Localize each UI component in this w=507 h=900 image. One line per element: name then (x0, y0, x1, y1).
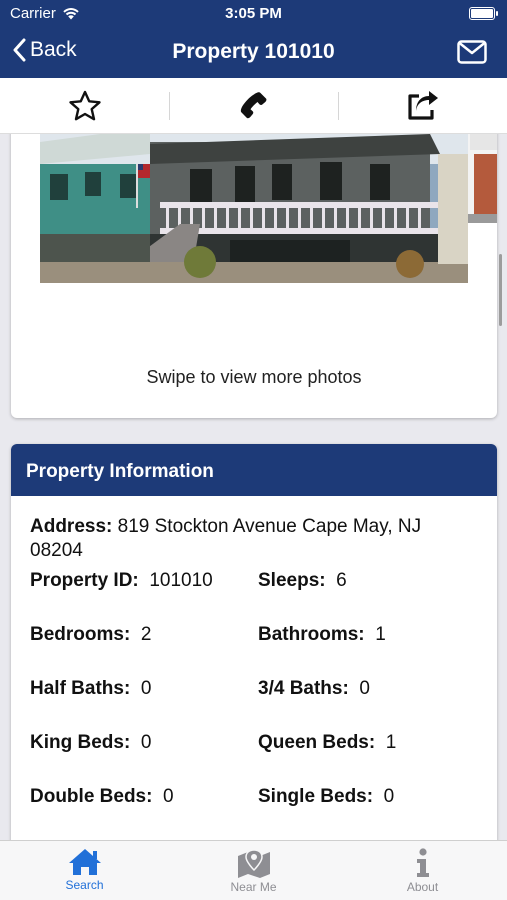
king-beds: King Beds: 0 (30, 732, 151, 754)
share-icon (407, 90, 438, 120)
field-value: 101010 (149, 570, 213, 591)
tab-about[interactable]: About (338, 841, 507, 900)
bathrooms: Bathrooms: 1 (258, 624, 386, 646)
share-button[interactable] (338, 78, 507, 133)
next-photo-preview (468, 134, 497, 223)
field-value: 6 (336, 570, 347, 591)
tab-label: Search (65, 878, 104, 892)
field-label: Half Baths: (30, 678, 131, 699)
field-label: King Beds: (30, 732, 131, 753)
call-button[interactable] (169, 78, 338, 133)
field-label: Double Beds: (30, 786, 153, 807)
field-value: 0 (359, 678, 370, 699)
half-baths: Half Baths: 0 (30, 678, 151, 700)
envelope-icon (457, 40, 487, 64)
page-title: Property 101010 (172, 40, 335, 63)
status-bar: Carrier 3:05 PM (0, 0, 507, 28)
star-icon (68, 90, 101, 120)
field-label: Property ID: (30, 570, 139, 591)
photo-carousel[interactable]: Swipe to view more photos (11, 134, 497, 418)
property-info-card: Property Information Address: 819 Stockt… (11, 444, 497, 840)
property-id: Property ID: 101010 (30, 570, 213, 592)
queen-beds: Queen Beds: 1 (258, 732, 396, 754)
phone-icon (240, 91, 266, 118)
tab-search[interactable]: Search (0, 841, 169, 900)
info-icon (416, 848, 429, 877)
address-label: Address: (30, 516, 113, 537)
three-quarter-baths: 3/4 Baths: 0 (258, 678, 370, 700)
sleeps: Sleeps: 6 (258, 570, 347, 592)
nav-bar: Back Property 101010 (0, 28, 507, 78)
field-value: 0 (383, 786, 395, 807)
tab-label: About (406, 880, 439, 894)
field-value: 1 (385, 732, 397, 753)
battery-icon (469, 7, 498, 20)
property-photo (40, 134, 468, 283)
map-pin-icon (237, 849, 270, 878)
bedrooms: Bedrooms: 2 (30, 624, 151, 646)
action-toolbar (0, 78, 507, 134)
favorite-button[interactable] (0, 78, 169, 133)
field-label: Sleeps: (258, 570, 326, 591)
address: Address: 819 Stockton Avenue Cape May, N… (30, 515, 450, 563)
status-time: 3:05 PM (225, 5, 282, 22)
home-icon (68, 849, 101, 875)
property-info-header: Property Information (11, 444, 497, 496)
field-label: Queen Beds: (258, 732, 376, 753)
field-value: 0 (140, 732, 152, 753)
field-label: 3/4 Baths: (258, 678, 349, 699)
double-beds: Double Beds: 0 (30, 786, 174, 808)
tab-bar: Search Near Me About (0, 840, 507, 900)
field-value: 0 (140, 678, 152, 699)
tab-near-me[interactable]: Near Me (169, 841, 338, 900)
field-label: Bathrooms: (258, 624, 365, 645)
swipe-hint: Swipe to view more photos (146, 367, 362, 387)
field-label: Single Beds: (258, 786, 374, 807)
single-beds: Single Beds: 0 (258, 786, 394, 808)
field-value: 0 (163, 786, 174, 807)
property-content[interactable]: Swipe to view more photos Property Infor… (0, 134, 507, 840)
field-label: Bedrooms: (30, 624, 131, 645)
field-value: 1 (375, 624, 386, 645)
tab-label: Near Me (230, 880, 277, 894)
mail-button[interactable] (457, 40, 487, 69)
scrollbar[interactable] (499, 254, 502, 326)
field-value: 2 (140, 624, 152, 645)
